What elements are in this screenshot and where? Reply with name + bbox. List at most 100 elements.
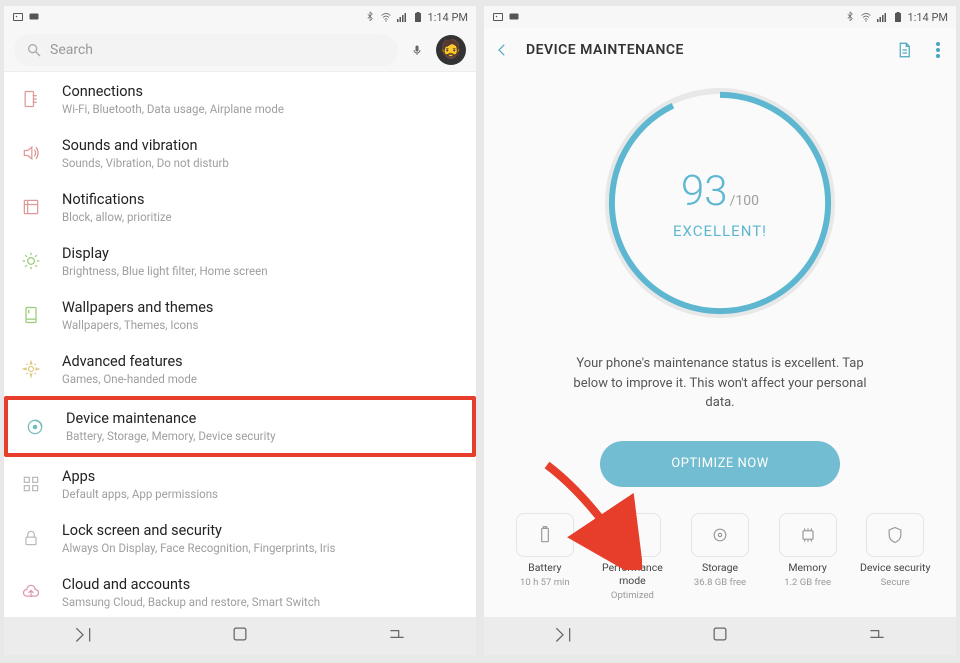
dm-body: 93/100 EXCELLENT! Your phone's maintenan… bbox=[484, 72, 956, 617]
category-sub: Optimized bbox=[592, 590, 674, 601]
category-icon bbox=[516, 513, 574, 557]
nav-back[interactable] bbox=[867, 624, 887, 648]
category-icon bbox=[779, 513, 837, 557]
status-bar: 1:14 PM bbox=[4, 6, 476, 28]
settings-item-wallpapers[interactable]: Wallpapers and themes Wallpapers, Themes… bbox=[4, 288, 476, 342]
search-icon bbox=[26, 42, 42, 58]
settings-item-title: Wallpapers and themes bbox=[62, 299, 462, 316]
bluetooth-icon bbox=[364, 11, 376, 23]
settings-list[interactable]: Connections Wi-Fi, Bluetooth, Data usage… bbox=[4, 72, 476, 617]
nav-home[interactable] bbox=[710, 624, 730, 648]
back-icon[interactable] bbox=[492, 40, 512, 60]
category-icon bbox=[866, 513, 924, 557]
document-icon[interactable] bbox=[894, 40, 914, 60]
search-row: Search 🧔 bbox=[4, 28, 476, 72]
category-icon bbox=[603, 513, 661, 557]
nav-recents[interactable] bbox=[73, 624, 93, 648]
category-row: Battery 10 h 57 min Performance mode Opt… bbox=[504, 513, 936, 601]
category-label: Memory bbox=[767, 561, 849, 574]
picture-icon bbox=[492, 11, 504, 23]
category-label: Performance mode bbox=[592, 561, 674, 587]
notifications-icon bbox=[18, 197, 44, 217]
settings-item-sub: Block, allow, prioritize bbox=[62, 210, 462, 224]
status-time: 1:14 PM bbox=[428, 11, 468, 24]
settings-item-title: Connections bbox=[62, 83, 462, 100]
wifi-icon bbox=[380, 11, 392, 23]
dm-message: Your phone's maintenance status is excel… bbox=[560, 354, 880, 413]
settings-item-title: Cloud and accounts bbox=[62, 576, 462, 593]
search-input[interactable]: Search bbox=[14, 34, 398, 66]
category-sub: Secure bbox=[854, 577, 936, 588]
status-time: 1:14 PM bbox=[908, 11, 948, 24]
connections-icon bbox=[18, 89, 44, 109]
settings-item-apps[interactable]: Apps Default apps, App permissions bbox=[4, 457, 476, 511]
category-label: Battery bbox=[504, 561, 586, 574]
settings-item-sub: Default apps, App permissions bbox=[62, 487, 462, 501]
settings-item-sub: Games, One-handed mode bbox=[62, 372, 462, 386]
settings-item-sub: Wallpapers, Themes, Icons bbox=[62, 318, 462, 332]
settings-item-lock[interactable]: Lock screen and security Always On Displ… bbox=[4, 511, 476, 565]
settings-item-title: Display bbox=[62, 245, 462, 262]
category-icon bbox=[691, 513, 749, 557]
cloud-icon bbox=[18, 582, 44, 602]
category-battery[interactable]: Battery 10 h 57 min bbox=[504, 513, 586, 601]
settings-item-title: Advanced features bbox=[62, 353, 462, 370]
settings-item-title: Sounds and vibration bbox=[62, 137, 462, 154]
display-icon bbox=[18, 251, 44, 271]
category-storage[interactable]: Storage 36.8 GB free bbox=[679, 513, 761, 601]
settings-item-title: Device maintenance bbox=[66, 410, 458, 427]
more-icon[interactable] bbox=[928, 40, 948, 60]
category-label: Storage bbox=[679, 561, 761, 574]
settings-item-title: Apps bbox=[62, 468, 462, 485]
message-icon bbox=[508, 11, 520, 23]
dm-header: DEVICE MAINTENANCE bbox=[484, 28, 956, 72]
search-placeholder: Search bbox=[50, 42, 93, 58]
category-sub: 36.8 GB free bbox=[679, 577, 761, 588]
category-sub: 10 h 57 min bbox=[504, 577, 586, 588]
settings-item-sub: Samsung Cloud, Backup and restore, Smart… bbox=[62, 595, 462, 609]
category-memory[interactable]: Memory 1.2 GB free bbox=[767, 513, 849, 601]
lock-icon bbox=[18, 528, 44, 548]
settings-item-sub: Battery, Storage, Memory, Device securit… bbox=[66, 429, 458, 443]
nav-back[interactable] bbox=[387, 624, 407, 648]
category-label: Device security bbox=[854, 561, 936, 574]
battery-icon bbox=[892, 11, 904, 23]
category-sub: 1.2 GB free bbox=[767, 577, 849, 588]
settings-item-notifications[interactable]: Notifications Block, allow, prioritize bbox=[4, 180, 476, 234]
message-icon bbox=[28, 11, 40, 23]
advanced-icon bbox=[18, 359, 44, 379]
score-ring: 93/100 EXCELLENT! bbox=[605, 88, 835, 318]
bluetooth-icon bbox=[844, 11, 856, 23]
settings-item-title: Lock screen and security bbox=[62, 522, 462, 539]
category-performance-mode[interactable]: Performance mode Optimized bbox=[592, 513, 674, 601]
picture-icon bbox=[12, 11, 24, 23]
battery-icon bbox=[412, 11, 424, 23]
optimize-button[interactable]: OPTIMIZE NOW bbox=[600, 441, 840, 487]
nav-bar bbox=[4, 617, 476, 655]
page-title: DEVICE MAINTENANCE bbox=[526, 42, 684, 58]
settings-item-sub: Always On Display, Face Recognition, Fin… bbox=[62, 541, 462, 555]
optimize-label: OPTIMIZE NOW bbox=[671, 456, 768, 471]
nav-bar bbox=[484, 617, 956, 655]
profile-avatar[interactable]: 🧔 bbox=[436, 35, 466, 65]
settings-item-sounds[interactable]: Sounds and vibration Sounds, Vibration, … bbox=[4, 126, 476, 180]
mic-icon[interactable] bbox=[408, 41, 426, 59]
category-device-security[interactable]: Device security Secure bbox=[854, 513, 936, 601]
settings-item-sub: Brightness, Blue light filter, Home scre… bbox=[62, 264, 462, 278]
settings-item-sub: Wi-Fi, Bluetooth, Data usage, Airplane m… bbox=[62, 102, 462, 116]
nav-recents[interactable] bbox=[553, 624, 573, 648]
settings-item-connections[interactable]: Connections Wi-Fi, Bluetooth, Data usage… bbox=[4, 72, 476, 126]
phone-device-maintenance: 1:14 PM DEVICE MAINTENANCE 93/100 EXCELL… bbox=[484, 6, 956, 655]
settings-item-advanced[interactable]: Advanced features Games, One-handed mode bbox=[4, 342, 476, 396]
nav-home[interactable] bbox=[230, 624, 250, 648]
phone-settings: 1:14 PM Search 🧔 Connections Wi-Fi, Blue… bbox=[4, 6, 476, 655]
wallpapers-icon bbox=[18, 305, 44, 325]
settings-item-display[interactable]: Display Brightness, Blue light filter, H… bbox=[4, 234, 476, 288]
settings-item-sub: Sounds, Vibration, Do not disturb bbox=[62, 156, 462, 170]
sounds-icon bbox=[18, 143, 44, 163]
apps-icon bbox=[18, 474, 44, 494]
settings-item-cloud[interactable]: Cloud and accounts Samsung Cloud, Backup… bbox=[4, 565, 476, 617]
status-bar: 1:14 PM bbox=[484, 6, 956, 28]
signal-icon bbox=[876, 11, 888, 23]
settings-item-maintenance[interactable]: Device maintenance Battery, Storage, Mem… bbox=[4, 396, 476, 457]
